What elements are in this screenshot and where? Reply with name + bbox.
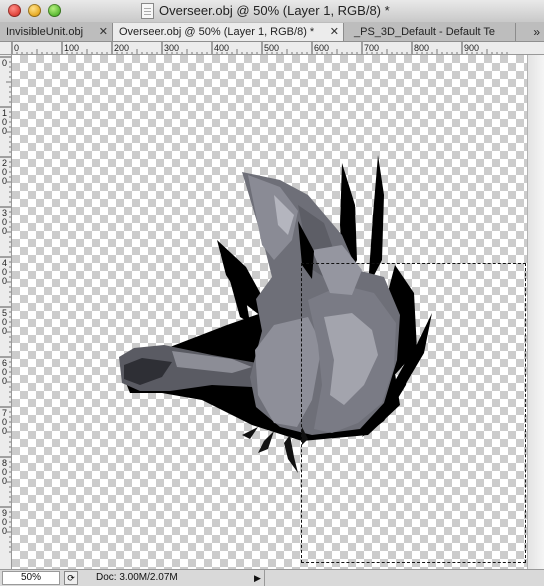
ruler-label: 400 — [214, 43, 229, 53]
document-icon — [141, 3, 154, 19]
ruler-label: 0 — [14, 43, 19, 53]
model-claw — [284, 435, 298, 473]
tab-label: Overseer.obj @ 50% (Layer 1, RGB/8) * — [119, 26, 315, 38]
close-window-button[interactable] — [8, 4, 21, 17]
ruler-label: 600 — [314, 43, 329, 53]
ruler-label-char: 0 — [2, 326, 7, 336]
tab-overflow-button[interactable]: » — [533, 23, 540, 41]
status-info-icon[interactable]: ⟳ — [64, 571, 78, 585]
zoom-level-field[interactable]: 50% — [2, 571, 60, 585]
tab-invisibleunit[interactable]: InvisibleUnit.obj ✕ — [0, 23, 113, 41]
ruler-label-char: 0 — [2, 376, 7, 386]
document-tab-bar: InvisibleUnit.obj ✕ Overseer.obj @ 50% (… — [0, 22, 544, 42]
ruler-label-char: 0 — [2, 276, 7, 286]
vertical-scrollbar[interactable] — [527, 55, 544, 569]
close-icon[interactable]: ✕ — [330, 23, 339, 41]
minimize-window-button[interactable] — [28, 4, 41, 17]
zoom-window-button[interactable] — [48, 4, 61, 17]
status-menu-arrow-icon[interactable]: ▶ — [254, 571, 264, 585]
window-titlebar: Overseer.obj @ 50% (Layer 1, RGB/8) * — [0, 0, 544, 23]
ruler-label: 700 — [364, 43, 379, 53]
ruler-label-char: 0 — [2, 426, 7, 436]
close-icon[interactable]: ✕ — [99, 23, 108, 41]
ruler-label-char: 0 — [2, 176, 7, 186]
ruler-label: 500 — [264, 43, 279, 53]
ruler-label-char: 0 — [2, 126, 7, 136]
ruler-label: 100 — [64, 43, 79, 53]
ruler-origin[interactable] — [0, 42, 12, 55]
model-claw — [258, 431, 274, 453]
ruler-label: 900 — [464, 43, 479, 53]
tab-label: InvisibleUnit.obj — [6, 26, 84, 38]
ruler-label: 800 — [414, 43, 429, 53]
status-bar: 50% ⟳ Doc: 3.00M/2.07M ▶ — [0, 569, 544, 586]
ruler-label-char: 0 — [2, 58, 7, 68]
status-divider — [264, 570, 265, 586]
model-claw — [242, 427, 258, 439]
document-size-info: Doc: 3.00M/2.07M — [96, 572, 178, 583]
ruler-label-char: 0 — [2, 526, 7, 536]
ruler-label-char: 0 — [2, 226, 7, 236]
tab-ps-3d-default[interactable]: _PS_3D_Default - Default Te — [344, 23, 516, 41]
tab-overseer[interactable]: Overseer.obj @ 50% (Layer 1, RGB/8) * ✕ — [113, 23, 344, 41]
window-title: Overseer.obj @ 50% (Layer 1, RGB/8) * — [159, 3, 390, 18]
ruler-label-char: 0 — [2, 476, 7, 486]
marquee-selection[interactable] — [301, 263, 526, 563]
ruler-label: 300 — [164, 43, 179, 53]
tab-label: _PS_3D_Default - Default Te — [354, 26, 496, 38]
ruler-label: 200 — [114, 43, 129, 53]
vertical-ruler[interactable]: 0100200300400500600700800900 — [0, 55, 12, 569]
horizontal-ruler[interactable]: 0 100 200 300 400 500 600 700 800 900 — [12, 42, 544, 55]
